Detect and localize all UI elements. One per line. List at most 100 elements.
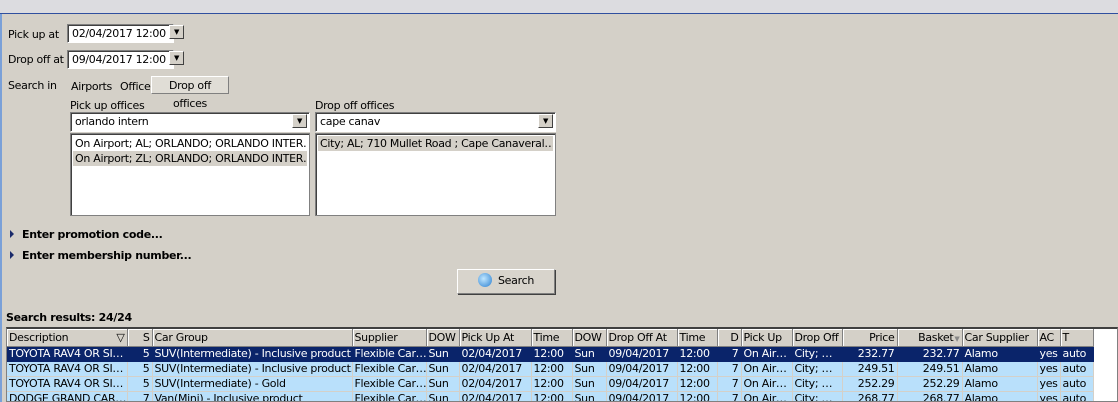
pickup-date-dropdown[interactable]: ▼ — [169, 25, 184, 39]
dropoff-offices-list[interactable]: City; AL; 710 Mullet Road ; Cape Canaver… — [315, 133, 556, 216]
dropoff-offices-label: Drop off offices — [315, 99, 395, 112]
table-cell: 09/04/2017 — [606, 391, 678, 401]
table-cell: 7 — [717, 361, 742, 377]
table-cell: Flexible Car… — [352, 361, 427, 377]
table-cell: 09/04/2017 — [606, 361, 678, 377]
table-cell: 232.77 — [897, 346, 963, 362]
table-cell: TOYOTA RAV4 OR SI… — [7, 376, 128, 392]
search-button[interactable]: Search — [457, 269, 555, 294]
column-header[interactable]: Pick Up — [741, 329, 793, 347]
table-cell: 5 — [127, 361, 153, 377]
table-cell: 252.29 — [842, 376, 898, 392]
pickup-offices-search[interactable]: orlando intern — [70, 112, 310, 132]
sort-desc-icon: ▼ — [954, 334, 960, 343]
table-cell: auto — [1060, 346, 1094, 362]
table-cell: TOYOTA RAV4 OR SI… — [7, 346, 128, 362]
table-row[interactable]: TOYOTA RAV4 OR SI… 5 SUV(Intermediate) - G… — [7, 376, 1094, 392]
column-header[interactable]: Supplier — [352, 329, 427, 347]
pickup-offices-list[interactable]: On Airport; AL; ORLANDO; ORLANDO INTER… … — [70, 133, 310, 216]
column-header[interactable]: Drop Off At — [606, 329, 678, 347]
column-header[interactable]: D — [717, 329, 742, 347]
table-cell: City; … — [792, 361, 843, 377]
promotion-code-expander[interactable]: Enter promotion code... — [10, 228, 163, 241]
table-cell: SUV(Intermediate) - Inclusive product — [152, 346, 353, 362]
table-cell: Sun — [572, 361, 607, 377]
column-header[interactable]: Basket▼ — [897, 329, 963, 347]
table-cell: Sun — [572, 391, 607, 401]
table-cell: 12:00 — [677, 391, 718, 401]
table-cell: 249.51 — [897, 361, 963, 377]
table-cell: SUV(Intermediate) - Inclusive product… — [152, 361, 353, 377]
dropoff-date-dropdown[interactable]: ▼ — [169, 51, 184, 65]
column-header[interactable]: Time — [677, 329, 718, 347]
table-cell: On Air… — [741, 376, 793, 392]
results-grid[interactable]: ▽ Description S Car Group Supplier DOW Pick Up… — [6, 327, 1118, 402]
triangle-right-icon — [10, 230, 14, 238]
table-cell: Alamo — [962, 391, 1038, 401]
chevron-down-icon: ▼ — [542, 117, 549, 125]
table-cell: 12:00 — [531, 346, 573, 362]
pickup-offices-label: Pick up offices — [70, 99, 145, 112]
table-cell: Van(Mini) - Inclusive product — [152, 391, 353, 401]
column-header[interactable]: DOW — [572, 329, 607, 347]
table-cell: yes — [1037, 391, 1061, 401]
dropoff-label: Drop off at — [8, 53, 64, 66]
table-cell: 12:00 — [677, 361, 718, 377]
dropoff-date-field[interactable]: 09/04/2017 12:00 — [67, 50, 174, 69]
column-header[interactable]: ▽ Description — [7, 329, 128, 347]
table-cell: 12:00 — [531, 361, 573, 377]
list-item[interactable]: On Airport; ZL; ORLANDO; ORLANDO INTER… — [73, 151, 307, 166]
table-cell: Sun — [572, 376, 607, 392]
table-cell: Flexible Car… — [352, 346, 427, 362]
table-cell: On Air… — [741, 361, 793, 377]
table-cell: 232.77 — [842, 346, 898, 362]
table-cell: Sun — [426, 346, 460, 362]
column-header[interactable]: Time — [531, 329, 573, 347]
table-cell: yes — [1037, 376, 1061, 392]
table-cell: 249.51 — [842, 361, 898, 377]
table-cell: 252.29 — [897, 376, 963, 392]
table-cell: Sun — [426, 391, 460, 401]
table-row[interactable]: DODGE GRAND CAR… 7 Van(Mini) - Inclusive p… — [7, 391, 1094, 401]
column-header[interactable]: Pick Up At — [459, 329, 532, 347]
dropoff-offices-search[interactable]: cape canav — [315, 112, 556, 132]
table-row[interactable]: TOYOTA RAV4 OR SI… 5 SUV(Intermediate) - I… — [7, 346, 1094, 362]
table-cell: yes — [1037, 346, 1061, 362]
table-cell: 09/04/2017 — [606, 376, 678, 392]
chevron-down-icon: ▼ — [173, 54, 180, 62]
table-cell: DODGE GRAND CAR… — [7, 391, 128, 401]
table-cell: auto — [1060, 376, 1094, 392]
table-cell: City; … — [792, 391, 843, 401]
table-cell: 7 — [717, 346, 742, 362]
table-row[interactable]: TOYOTA RAV4 OR SI… 5 SUV(Intermediate) - I… — [7, 361, 1094, 377]
pickup-offices-dropdown[interactable]: ▼ — [292, 114, 307, 128]
list-item[interactable]: City; AL; 710 Mullet Road ; Cape Canaver… — [318, 136, 553, 151]
pickup-date-field[interactable]: 02/04/2017 12:00 — [67, 24, 174, 43]
table-cell: Alamo — [962, 376, 1038, 392]
triangle-right-icon — [10, 251, 14, 259]
column-header[interactable]: Car Group — [152, 329, 353, 347]
search-globe-icon — [478, 273, 492, 287]
column-header[interactable]: T — [1060, 329, 1094, 347]
column-header[interactable]: S — [127, 329, 153, 347]
column-header[interactable]: Car Supplier — [962, 329, 1038, 347]
table-cell: yes — [1037, 361, 1061, 377]
search-in-label: Search in — [8, 79, 57, 92]
table-cell: 268.77 — [897, 391, 963, 401]
table-cell: 12:00 — [531, 391, 573, 401]
table-cell: auto — [1060, 361, 1094, 377]
column-header[interactable]: DOW — [426, 329, 460, 347]
list-item[interactable]: On Airport; AL; ORLANDO; ORLANDO INTER… — [73, 136, 307, 151]
tab-drop-off-offices[interactable]: Drop off offices — [151, 76, 229, 110]
column-header[interactable]: Price — [842, 329, 898, 347]
table-cell: 02/04/2017 — [459, 346, 532, 362]
column-header[interactable]: Drop Off — [792, 329, 843, 347]
table-cell: Sun — [572, 346, 607, 362]
membership-number-expander[interactable]: Enter membership number... — [10, 249, 192, 262]
dropoff-offices-dropdown[interactable]: ▼ — [538, 114, 553, 128]
table-cell: 02/04/2017 — [459, 391, 532, 401]
column-header[interactable]: AC — [1037, 329, 1061, 347]
tab-airports[interactable]: Airports — [68, 78, 115, 96]
table-cell: 02/04/2017 — [459, 361, 532, 377]
filter-icon[interactable]: ▽ — [116, 331, 124, 344]
